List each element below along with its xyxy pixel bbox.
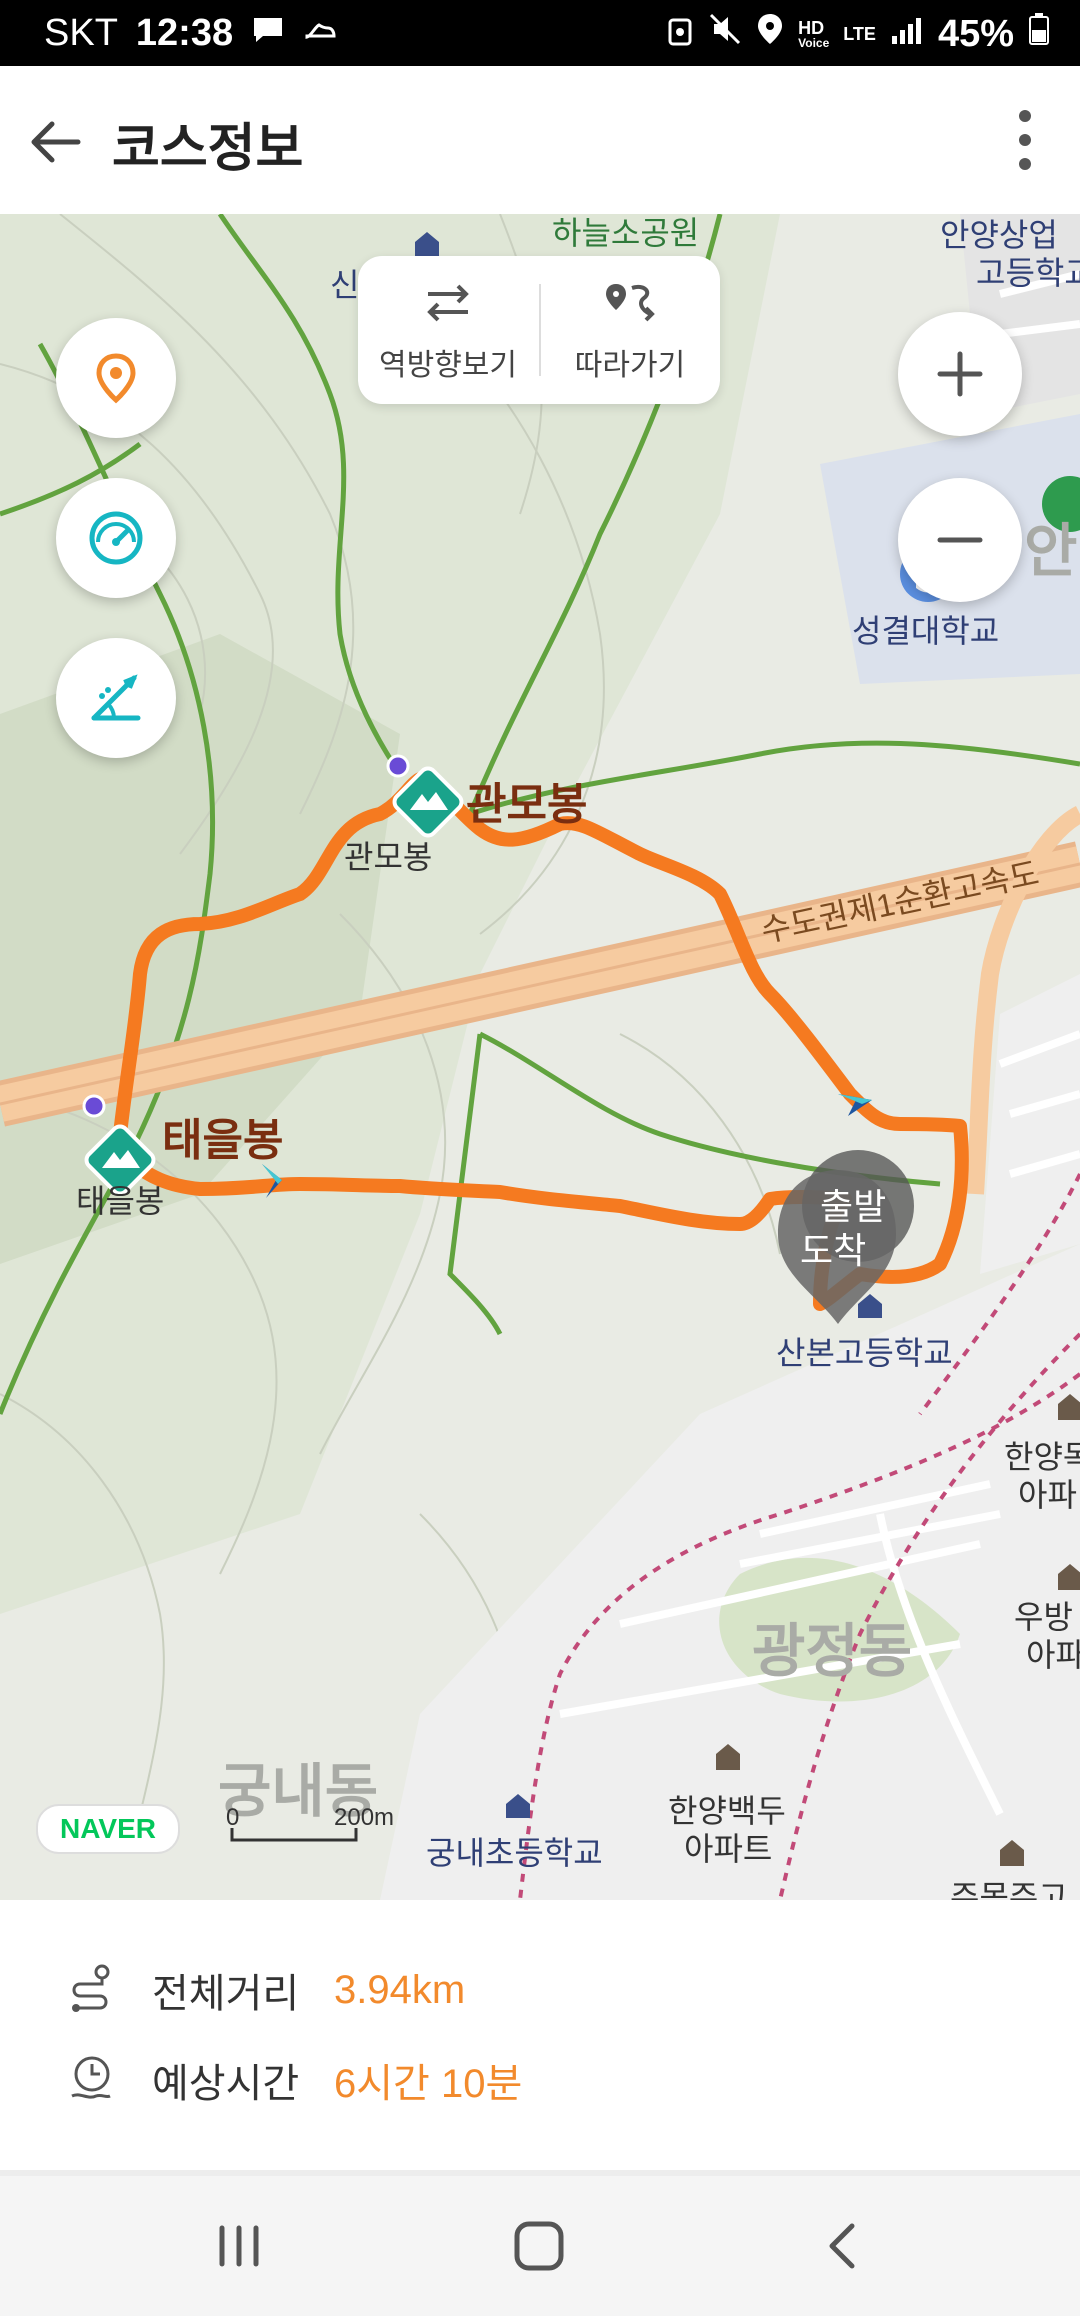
- home-button[interactable]: [504, 2216, 574, 2276]
- system-nav-bar: [0, 2176, 1080, 2316]
- follow-route-button[interactable]: 따라가기: [540, 274, 720, 384]
- time-value: 6시간 10분: [334, 2062, 523, 2106]
- lte-icon: LTE: [843, 23, 876, 44]
- status-bar: SKT 12:38 HD Voice LTE 45%: [0, 0, 1080, 66]
- follow-route-label: 따라가기: [574, 349, 686, 382]
- distance-value: 3.94km: [334, 1967, 466, 2012]
- apartment-label-bottom-2: 아파트: [684, 1831, 773, 1867]
- naver-logo: NAVER: [36, 1804, 180, 1854]
- arrow-left-icon: [31, 121, 81, 163]
- chevron-left-icon: [829, 2223, 855, 2269]
- speedometer-icon: [89, 511, 143, 565]
- map-view[interactable]: 하늘소공원 안양상업 고등학교 신 성결대학교 안 관모봉 관모봉 태을봉 태을…: [0, 214, 1080, 1900]
- route-distance-icon: [72, 1964, 110, 2012]
- reverse-direction-label: 역방향보기: [379, 349, 517, 382]
- home-icon: [514, 2221, 564, 2271]
- system-back-button[interactable]: [808, 2216, 878, 2276]
- back-button[interactable]: [22, 110, 86, 174]
- location-icon: [756, 12, 784, 56]
- minus-icon: [937, 537, 983, 543]
- route-toolbar: 역방향보기 따라가기: [358, 256, 720, 404]
- mute-icon: [708, 12, 742, 56]
- peak-label-taeeul: 태을봉: [162, 1116, 284, 1165]
- zoom-out-button[interactable]: [898, 478, 1022, 602]
- slope-button[interactable]: [56, 638, 176, 758]
- peak-sublabel-gwanmo: 관모봉: [344, 839, 433, 875]
- clock: 12:38: [135, 12, 234, 54]
- map-scale-bar: 0 200m: [226, 1804, 394, 1844]
- signal-icon: [890, 13, 924, 56]
- app-bar: 코스정보: [0, 66, 1080, 215]
- reverse-direction-button[interactable]: 역방향보기: [358, 274, 538, 384]
- battery-icon: [1028, 12, 1050, 56]
- school-label-top-right-2: 고등학교: [976, 255, 1080, 291]
- map-canvas: [0, 214, 1080, 1900]
- message-icon: [251, 12, 285, 55]
- apartment-label-right-1b: 아파: [1018, 1477, 1077, 1513]
- apartment-label-right-2b: 아파: [1026, 1637, 1080, 1673]
- location-pin-icon: [96, 353, 136, 404]
- carrier-label: SKT: [44, 12, 118, 54]
- hd-voice-icon: HD Voice: [798, 18, 830, 50]
- highschool-label: 산본고등학교: [776, 1335, 953, 1371]
- clock-walk-icon: [71, 2056, 111, 2099]
- distance-row: 전체거리 3.94km: [66, 1960, 465, 2020]
- partial-label-top-left: 신: [330, 267, 360, 303]
- time-label: 예상시간: [152, 2062, 300, 2106]
- recent-apps-icon: [219, 2225, 259, 2267]
- recent-apps-button[interactable]: [204, 2216, 274, 2276]
- peak-sublabel-taeeul: 태을봉: [76, 1183, 165, 1219]
- time-row: 예상시간 6시간 10분: [66, 2050, 522, 2110]
- lock-battery-icon: [666, 12, 694, 56]
- plus-icon: [937, 351, 983, 397]
- more-options-button[interactable]: [1010, 106, 1040, 174]
- slope-angle-icon: [91, 674, 141, 721]
- end-label: 도착: [800, 1230, 867, 1271]
- elementary-label: 궁내초등학교: [426, 1835, 603, 1871]
- town-area-east: [980, 974, 1080, 1274]
- course-info-panel: 전체거리 3.94km 예상시간 6시간 10분: [0, 1900, 1080, 2170]
- my-location-button[interactable]: [56, 318, 176, 438]
- partial-label-right: 안: [1024, 519, 1078, 584]
- speed-button[interactable]: [56, 478, 176, 598]
- zoom-in-button[interactable]: [898, 312, 1022, 436]
- scale-ruler-icon: [230, 1828, 358, 1842]
- swap-arrows-icon: [427, 284, 469, 322]
- university-label: 성결대학교: [852, 613, 1000, 649]
- follow-route-icon: [606, 284, 655, 322]
- district-label-main: 광정동: [752, 1619, 913, 1684]
- distance-label: 전체거리: [152, 1972, 300, 2016]
- partial-label-bottom-right: 주몽주고: [950, 1879, 1068, 1900]
- more-vertical-icon: [1019, 110, 1031, 170]
- page-title: 코스정보: [112, 120, 304, 178]
- park-label: 하늘소공원: [552, 215, 700, 251]
- shoe-icon: [303, 12, 337, 55]
- peak-label-gwanmo: 관모봉: [466, 780, 588, 829]
- battery-percent: 45%: [937, 12, 1014, 55]
